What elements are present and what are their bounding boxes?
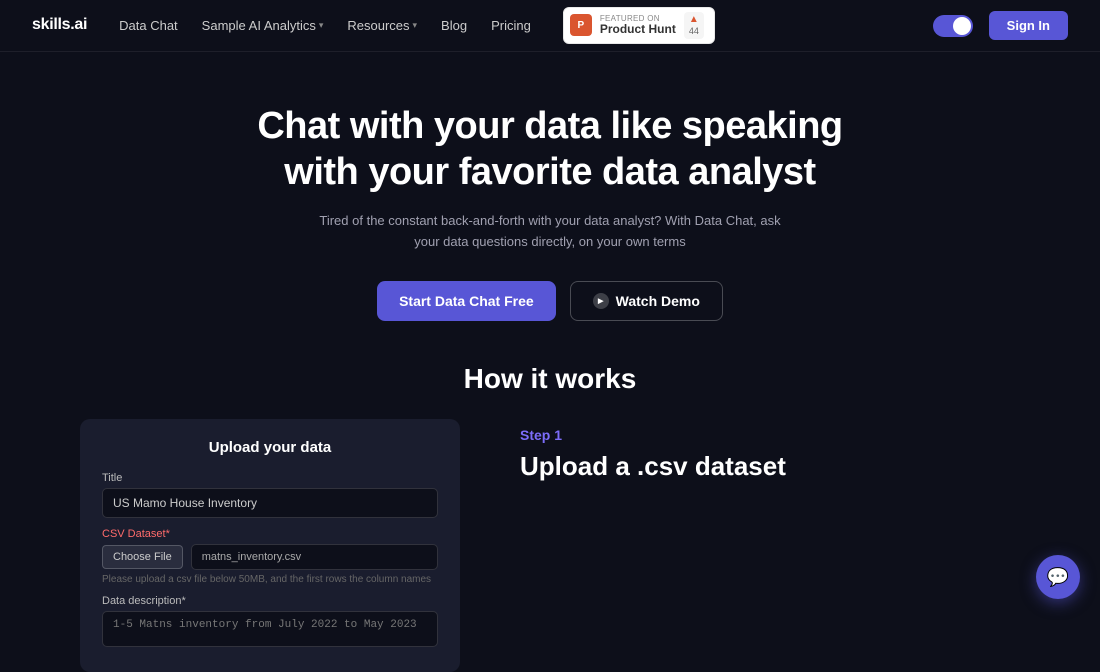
- choose-file-button[interactable]: Choose File: [102, 545, 183, 569]
- step-label: Step 1: [520, 427, 786, 443]
- how-it-works-title: How it works: [0, 363, 1100, 395]
- upload-card-title: Upload your data: [102, 439, 438, 456]
- csv-label: CSV Dataset*: [102, 528, 438, 540]
- how-it-works-section: How it works: [0, 321, 1100, 395]
- nav-left: skills.ai Data Chat Sample AI Analytics …: [32, 7, 715, 44]
- chevron-down-icon: ▾: [413, 20, 418, 31]
- hero-subtitle: Tired of the constant back-and-forth wit…: [310, 211, 790, 253]
- chevron-down-icon: ▾: [319, 20, 324, 31]
- product-hunt-text: FEATURED ON Product Hunt: [600, 15, 676, 37]
- product-hunt-badge[interactable]: P FEATURED ON Product Hunt ▲ 44: [563, 7, 715, 44]
- play-icon: ▶: [593, 293, 609, 309]
- title-input[interactable]: [102, 488, 438, 518]
- start-data-chat-button[interactable]: Start Data Chat Free: [377, 281, 556, 321]
- nav-blog[interactable]: Blog: [441, 18, 467, 33]
- nav-data-chat[interactable]: Data Chat: [119, 18, 178, 33]
- upload-card: Upload your data Title CSV Dataset* Choo…: [80, 419, 460, 672]
- step-info: Step 1 Upload a .csv dataset: [520, 419, 786, 482]
- product-hunt-upvote: ▲ 44: [684, 12, 704, 39]
- bottom-section: Upload your data Title CSV Dataset* Choo…: [0, 395, 1100, 672]
- file-input-row: Choose File matns_inventory.csv: [102, 544, 438, 570]
- hero-section: Chat with your data like speaking with y…: [0, 52, 1100, 321]
- nav-right: Sign In: [933, 11, 1068, 40]
- theme-toggle[interactable]: [933, 15, 973, 37]
- hero-buttons: Start Data Chat Free ▶ Watch Demo: [377, 281, 723, 321]
- chat-button[interactable]: 💬: [1036, 555, 1080, 599]
- step-title: Upload a .csv dataset: [520, 451, 786, 482]
- nav-sample-analytics[interactable]: Sample AI Analytics ▾: [202, 18, 324, 33]
- logo[interactable]: skills.ai: [32, 16, 87, 34]
- sign-in-button[interactable]: Sign In: [989, 11, 1068, 40]
- nav-resources[interactable]: Resources ▾: [347, 18, 417, 33]
- file-hint: Please upload a csv file below 50MB, and…: [102, 574, 438, 585]
- navbar: skills.ai Data Chat Sample AI Analytics …: [0, 0, 1100, 52]
- hero-title: Chat with your data like speaking with y…: [250, 104, 850, 195]
- title-label: Title: [102, 472, 438, 484]
- nav-links: Data Chat Sample AI Analytics ▾ Resource…: [119, 18, 531, 33]
- chat-icon: 💬: [1047, 567, 1069, 588]
- product-hunt-logo: P: [570, 14, 592, 36]
- watch-demo-button[interactable]: ▶ Watch Demo: [570, 281, 723, 321]
- desc-label: Data description*: [102, 595, 438, 607]
- desc-input[interactable]: 1-5 Matns inventory from July 2022 to Ma…: [102, 611, 438, 647]
- file-name-display: matns_inventory.csv: [191, 544, 438, 570]
- nav-pricing[interactable]: Pricing: [491, 18, 531, 33]
